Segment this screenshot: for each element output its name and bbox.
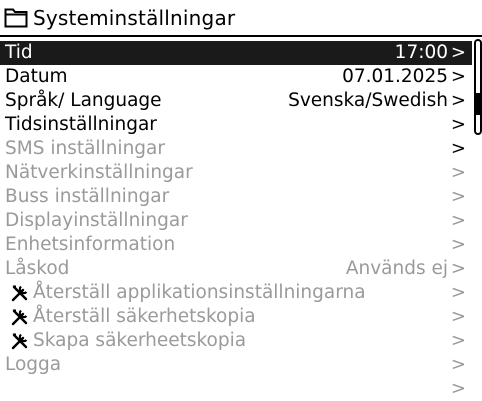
- menu-item-label: SMS inställningar: [5, 138, 165, 159]
- menu-item-value: 07.01.2025: [342, 66, 448, 87]
- chevron-right-icon: >: [450, 66, 466, 87]
- menu-item-network-settings[interactable]: Nätverkinställningar >: [0, 161, 472, 185]
- chevron-right-icon: >: [450, 282, 466, 303]
- tools-icon: [11, 285, 28, 302]
- chevron-right-icon: >: [450, 378, 466, 399]
- scrollbar-thumb[interactable]: [474, 93, 482, 115]
- chevron-right-icon: >: [450, 234, 466, 255]
- menu-item-device-info[interactable]: Enhetsinformation >: [0, 233, 472, 257]
- menu-item-label: Datum: [5, 66, 68, 87]
- chevron-right-icon: >: [450, 306, 466, 327]
- menu-item-label: Buss inställningar: [5, 186, 170, 207]
- menu-item-sms-settings[interactable]: SMS inställningar >: [0, 137, 472, 161]
- menu-item-tid[interactable]: Tid 17:00 >: [0, 41, 472, 65]
- menu-item-label: Återställ applikationsinställningarna: [33, 282, 366, 303]
- menu-item-label: Låskod: [5, 258, 70, 279]
- chevron-right-icon: >: [450, 138, 466, 159]
- chevron-right-icon: >: [450, 90, 466, 111]
- menu-item-label: Återställ säkerhetskopia: [33, 306, 256, 327]
- menu-item-value: 17:00: [394, 42, 448, 63]
- menu-item-label: Tid: [5, 42, 33, 63]
- menu-item-label: Logga: [5, 354, 62, 375]
- menu-item-value: Svenska/Swedish: [288, 90, 448, 111]
- scrollbar[interactable]: [474, 39, 482, 135]
- chevron-right-icon: >: [450, 186, 466, 207]
- menu-item-display-settings[interactable]: Displayinställningar >: [0, 209, 472, 233]
- menu-item-empty[interactable]: >: [0, 377, 472, 401]
- chevron-right-icon: >: [450, 42, 466, 63]
- folder-icon: [4, 8, 28, 28]
- chevron-right-icon: >: [450, 330, 466, 351]
- menu-item-log[interactable]: Logga >: [0, 353, 472, 377]
- menu-item-lock-code[interactable]: Låskod Används ej >: [0, 257, 472, 281]
- menu-item-create-backup[interactable]: Skapa säkerheetskopia >: [0, 329, 472, 353]
- menu-item-time-settings[interactable]: Tidsinställningar >: [0, 113, 472, 137]
- title-bar: Systeminställningar: [0, 0, 482, 37]
- tools-icon: [11, 309, 28, 326]
- menu-item-datum[interactable]: Datum 07.01.2025 >: [0, 65, 472, 89]
- menu-item-label: Tidsinställningar: [5, 114, 157, 135]
- chevron-right-icon: >: [450, 258, 466, 279]
- chevron-right-icon: >: [450, 210, 466, 231]
- chevron-right-icon: >: [450, 162, 466, 183]
- page-title: Systeminställningar: [33, 6, 236, 30]
- chevron-right-icon: >: [450, 354, 466, 375]
- menu-item-reset-app-settings[interactable]: Återställ applikationsinställningarna >: [0, 281, 472, 305]
- menu-item-label: Skapa säkerheetskopia: [33, 330, 247, 351]
- menu-item-label: Nätverkinställningar: [5, 162, 193, 183]
- menu-item-bus-settings[interactable]: Buss inställningar >: [0, 185, 472, 209]
- chevron-right-icon: >: [450, 114, 466, 135]
- menu-item-value: Används ej: [345, 258, 448, 279]
- menu-item-label: Displayinställningar: [5, 210, 188, 231]
- menu-item-label: Enhetsinformation: [5, 234, 176, 255]
- menu-item-language[interactable]: Språk/ Language Svenska/Swedish >: [0, 89, 472, 113]
- scrollbar-track[interactable]: [474, 39, 482, 135]
- tools-icon: [11, 333, 28, 350]
- menu-item-label: Språk/ Language: [5, 90, 162, 111]
- menu-item-restore-backup[interactable]: Återställ säkerhetskopia >: [0, 305, 472, 329]
